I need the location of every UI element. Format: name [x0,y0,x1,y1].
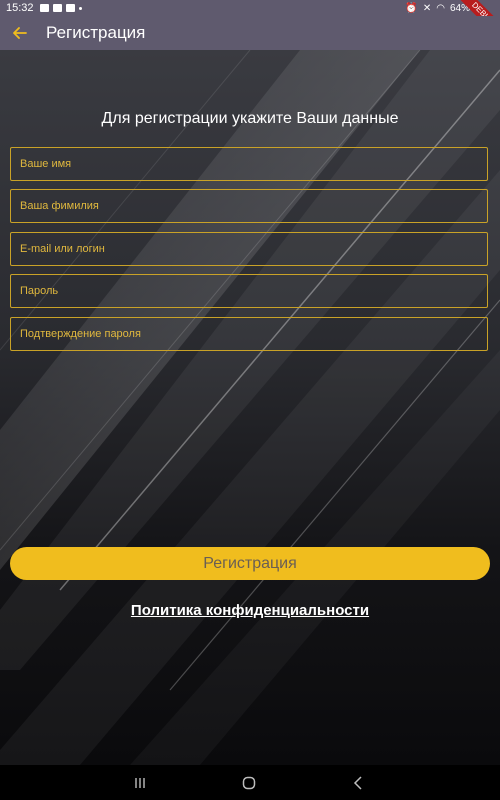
mute-icon: ✕ [422,2,432,14]
recent-apps-icon[interactable] [110,765,170,800]
first-name-input[interactable] [11,148,487,180]
youtube-notification-icon [52,4,62,12]
back-arrow-icon[interactable] [0,16,40,50]
wifi-icon: ◠ [436,2,445,14]
app-bar: Регистрация [0,16,500,50]
privacy-policy-link[interactable]: Политика конфиденциальности [0,602,500,619]
confirm-password-field[interactable] [10,317,488,351]
back-icon[interactable] [328,765,388,800]
system-status-icons: ⏰ ✕ ◠ 64% [405,0,470,16]
navigation-bar [0,765,500,800]
first-name-field[interactable] [10,147,488,181]
home-icon[interactable] [219,765,279,800]
status-time: 15:32 [6,2,34,14]
confirm-password-input[interactable] [11,318,487,350]
gallery-notification-icon [39,4,49,12]
password-input[interactable] [11,275,487,307]
notification-icons [39,4,82,12]
alarm-icon: ⏰ [405,2,418,14]
more-notifications-icon [78,6,82,10]
page-title: Регистрация [46,23,146,42]
status-bar: 15:32 ⏰ ✕ ◠ 64% DEBUG [0,0,500,43]
register-button[interactable]: Регистрация [10,547,490,580]
mail-notification-icon [65,4,75,12]
password-field[interactable] [10,274,488,308]
last-name-input[interactable] [11,190,487,222]
last-name-field[interactable] [10,189,488,223]
registration-screen: 15:32 ⏰ ✕ ◠ 64% DEBUG Регистрация Для ре… [0,0,500,800]
email-field[interactable] [10,232,488,266]
email-input[interactable] [11,233,487,265]
form-heading: Для регистрации укажите Ваши данные [101,110,399,127]
